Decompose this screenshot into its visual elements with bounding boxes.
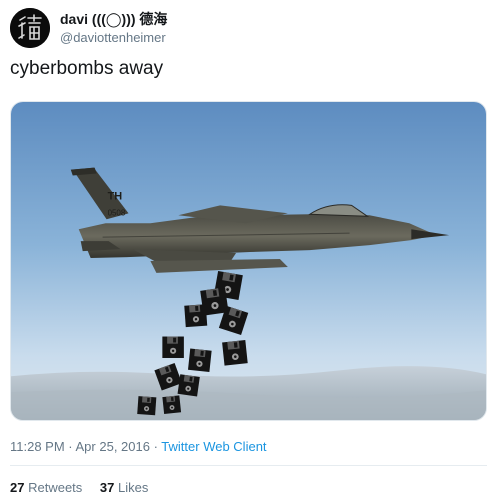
divider	[10, 465, 487, 466]
tweet-client-link[interactable]: Twitter Web Client	[161, 439, 266, 454]
user-handle[interactable]: @daviottenheimer	[60, 29, 167, 46]
likes-stat[interactable]: 37 Likes	[100, 479, 148, 497]
tweet-stats: 27 Retweets 37 Likes	[10, 479, 162, 497]
likes-count: 37	[99, 480, 115, 495]
tweet-text: cyberbombs away	[10, 58, 164, 79]
tail-number: 0508	[108, 208, 126, 217]
tweet-meta: 11:28 PM · Apr 25, 2016 · Twitter Web Cl…	[10, 438, 267, 456]
retweets-stat[interactable]: 27 Retweets	[10, 479, 82, 497]
display-name[interactable]: davi (((◯))) 德海	[60, 10, 167, 28]
tweet-media-image[interactable]: TH 0508	[10, 101, 487, 421]
meta-separator: ·	[149, 439, 162, 454]
avatar[interactable]	[10, 8, 50, 48]
jet-with-floppy-disks-image: TH 0508	[11, 102, 486, 420]
likes-label: Likes	[118, 480, 149, 495]
retweets-count: 27	[10, 480, 25, 495]
tweet-timestamp[interactable]: 11:28 PM · Apr 25, 2016	[10, 439, 150, 454]
retweets-label: Retweets	[28, 480, 83, 495]
avatar-glyph-icon	[10, 8, 50, 48]
author-names: davi (((◯))) 德海 @daviottenheimer	[60, 10, 167, 46]
tail-code: TH	[108, 190, 123, 202]
tweet-header: davi (((◯))) 德海 @daviottenheimer	[10, 8, 480, 48]
